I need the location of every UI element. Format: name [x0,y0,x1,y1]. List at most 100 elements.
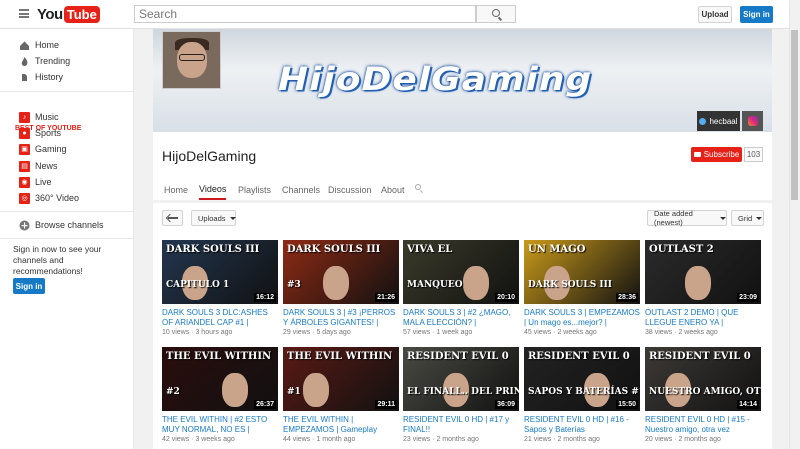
sidebar-item-home[interactable]: Home [0,37,134,53]
video-title[interactable]: THE EVIL WITHIN | #2 ESTO MUY NORMAL, NO… [162,415,278,435]
360-icon: ◎ [19,192,30,204]
sort-dropdown[interactable]: Date added (newest) [647,209,727,227]
video-title[interactable]: DARK SOULS 3 | #3 ¡PERROS Y ÁRBOLES GIGA… [283,308,399,328]
logo-you: You [37,5,63,23]
channel-search-icon[interactable] [415,184,424,193]
video-title[interactable]: DARK SOULS 3 | #2 ¿MAGO, MALA ELECCIÓN? … [403,308,519,328]
upload-button[interactable]: Upload [698,6,732,23]
video-card[interactable]: THE EVIL WITHIN #1 29:11 THE EVIL WITHIN | … [283,347,399,443]
video-thumbnail[interactable]: DARK SOULS III CAPITULO 1 16:12 [162,240,278,304]
uploads-dropdown[interactable]: Uploads [191,210,236,226]
view-label: Grid [738,213,753,223]
tab-playlists[interactable]: Playlists [238,180,271,200]
video-thumbnail[interactable]: VIVA EL MANQUEO 20:10 [403,240,519,304]
sidebar-item-live[interactable]: ◉ Live [0,174,134,190]
sidebar-item-history[interactable]: History [0,69,134,85]
search-icon [492,9,500,17]
instagram-link[interactable] [742,111,763,131]
video-card[interactable]: OUTLAST 2 23:09 OUTLAST 2 DEMO | QUE LLEGU… [645,240,761,336]
twitter-link[interactable]: hecbaal [697,111,740,131]
video-thumbnail[interactable]: DARK SOULS III #3 21:26 [283,240,399,304]
sidebar-item-label: Music [35,112,59,122]
video-card[interactable]: RESIDENT EVIL 0 NUESTRO AMIGO, OTRA VEZ #… [645,347,761,443]
sidebar-item-label: Live [35,177,52,187]
video-views: 45 views [524,329,552,336]
video-duration: 20:10 [495,293,517,302]
video-title[interactable]: RESIDENT EVIL 0 HD | #17 y FINAL!! [403,415,519,435]
video-card[interactable]: VIVA EL MANQUEO 20:10 DARK SOULS 3 | #2 ¿MA… [403,240,519,336]
video-title[interactable]: THE EVIL WITHIN | EMPEZAMOS | Gameplay E… [283,415,399,435]
tab-discussion[interactable]: Discussion [328,180,372,200]
sidebar-item-label: 360° Video [35,193,79,203]
divider [0,91,134,92]
thumbnail-person [323,266,349,300]
view-dropdown[interactable]: Grid [731,210,764,226]
video-thumbnail[interactable]: UN MAGO DARK SOULS III 28:36 [524,240,640,304]
divider [0,211,134,212]
video-card[interactable]: UN MAGO DARK SOULS III 28:36 DARK SOULS 3 |… [524,240,640,336]
sidebar-sign-in-button[interactable]: Sign in [13,278,45,294]
video-views: 20 views [645,436,673,443]
video-card[interactable]: THE EVIL WITHIN #2 26:37 THE EVIL WITHIN | … [162,347,278,443]
thumbnail-subtext: SAPOS Y BATERÍAS #16 [528,387,640,397]
sidebar-item-news[interactable]: ▤ News [0,158,134,174]
video-duration: 15:50 [616,400,638,409]
video-thumbnail[interactable]: THE EVIL WITHIN #2 26:37 [162,347,278,411]
video-title[interactable]: RESIDENT EVIL 0 HD | #16 - Sapos y Bater… [524,415,640,435]
caret-down-icon [229,216,236,220]
home-icon [19,40,30,51]
youtube-logo[interactable]: You Tube [37,5,100,23]
video-thumbnail[interactable]: THE EVIL WITHIN #1 29:11 [283,347,399,411]
tab-videos[interactable]: Videos [199,180,227,200]
video-card[interactable]: DARK SOULS III CAPITULO 1 16:12 DARK SOULS … [162,240,278,336]
search-button[interactable] [476,5,516,23]
video-card[interactable]: DARK SOULS III #3 21:26 DARK SOULS 3 | #3 ¡… [283,240,399,336]
instagram-icon [747,116,758,126]
subscribe-label: Subscribe [703,150,740,159]
back-button[interactable] [162,210,183,226]
video-thumbnail[interactable]: RESIDENT EVIL 0 SAPOS Y BATERÍAS #16 15:50 [524,347,640,411]
video-age: 1 month ago [316,436,356,443]
sidebar-item-music[interactable]: ♪ Music [0,109,134,125]
menu-icon[interactable] [19,9,29,18]
video-thumbnail[interactable]: OUTLAST 2 23:09 [645,240,761,304]
search-input[interactable] [134,5,476,23]
channel-avatar[interactable] [162,31,221,89]
sidebar-item-sports[interactable]: ● Sports [0,125,134,141]
video-title[interactable]: DARK SOULS 3 DLC:ASHES OF ARIANDEL CAP #… [162,308,278,328]
twitter-icon [699,117,707,125]
video-meta: 44 views · 1 month ago [283,436,356,443]
tab-channels[interactable]: Channels [282,180,320,200]
tab-home[interactable]: Home [164,180,188,200]
video-thumbnail[interactable]: RESIDENT EVIL 0 NUESTRO AMIGO, OTRA VEZ #… [645,347,761,411]
search-icon [415,184,421,190]
guide-sidebar: Home Trending History BEST OF YOUTUBE ♪ … [0,29,134,449]
sports-icon: ● [19,127,30,139]
thumbnail-text: THE EVIL WITHIN [287,351,393,362]
video-views: 42 views [162,436,190,443]
video-meta: 57 views · 1 week ago [403,329,473,336]
video-title[interactable]: DARK SOULS 3 | EMPEZAMOS | Un mago es...… [524,308,640,328]
video-thumbnail[interactable]: RESIDENT EVIL 0 EL FINALL.. DEL PRINCIPIO… [403,347,519,411]
uploads-label: Uploads [198,213,226,223]
video-title[interactable]: RESIDENT EVIL 0 HD | #15 - Nuestro amigo… [645,415,761,435]
thumbnail-person [303,373,329,407]
channel-name[interactable]: HijoDelGaming [162,148,256,164]
sign-in-button[interactable]: Sign in [740,6,773,23]
tab-about[interactable]: About [381,180,405,200]
scrollbar-thumb[interactable] [791,30,798,200]
video-card[interactable]: RESIDENT EVIL 0 SAPOS Y BATERÍAS #16 15:50… [524,347,640,443]
thumbnail-subtext: EL FINALL.. DEL PRINCIPIO FIN [407,387,519,397]
sidebar-item-trending[interactable]: Trending [0,53,134,69]
banner-logo-text: HijoDelGaming [278,61,593,98]
sidebar-item-gaming[interactable]: ▣ Gaming [0,141,134,157]
subscribe-button[interactable]: Subscribe [691,147,742,162]
thumbnail-text: OUTLAST 2 [649,244,714,255]
sidebar-item-browse-channels[interactable]: Browse channels [0,217,134,233]
video-title[interactable]: OUTLAST 2 DEMO | QUE LLEGUE ENERO YA | G… [645,308,761,328]
video-meta: 45 views · 2 weeks ago [524,329,597,336]
masthead: You Tube Upload Sign in [0,0,800,29]
sidebar-item-360-video[interactable]: ◎ 360° Video [0,190,134,206]
thumbnail-subtext: NUESTRO AMIGO, OTRA VEZ #15 [649,387,761,397]
video-card[interactable]: RESIDENT EVIL 0 EL FINALL.. DEL PRINCIPIO… [403,347,519,443]
